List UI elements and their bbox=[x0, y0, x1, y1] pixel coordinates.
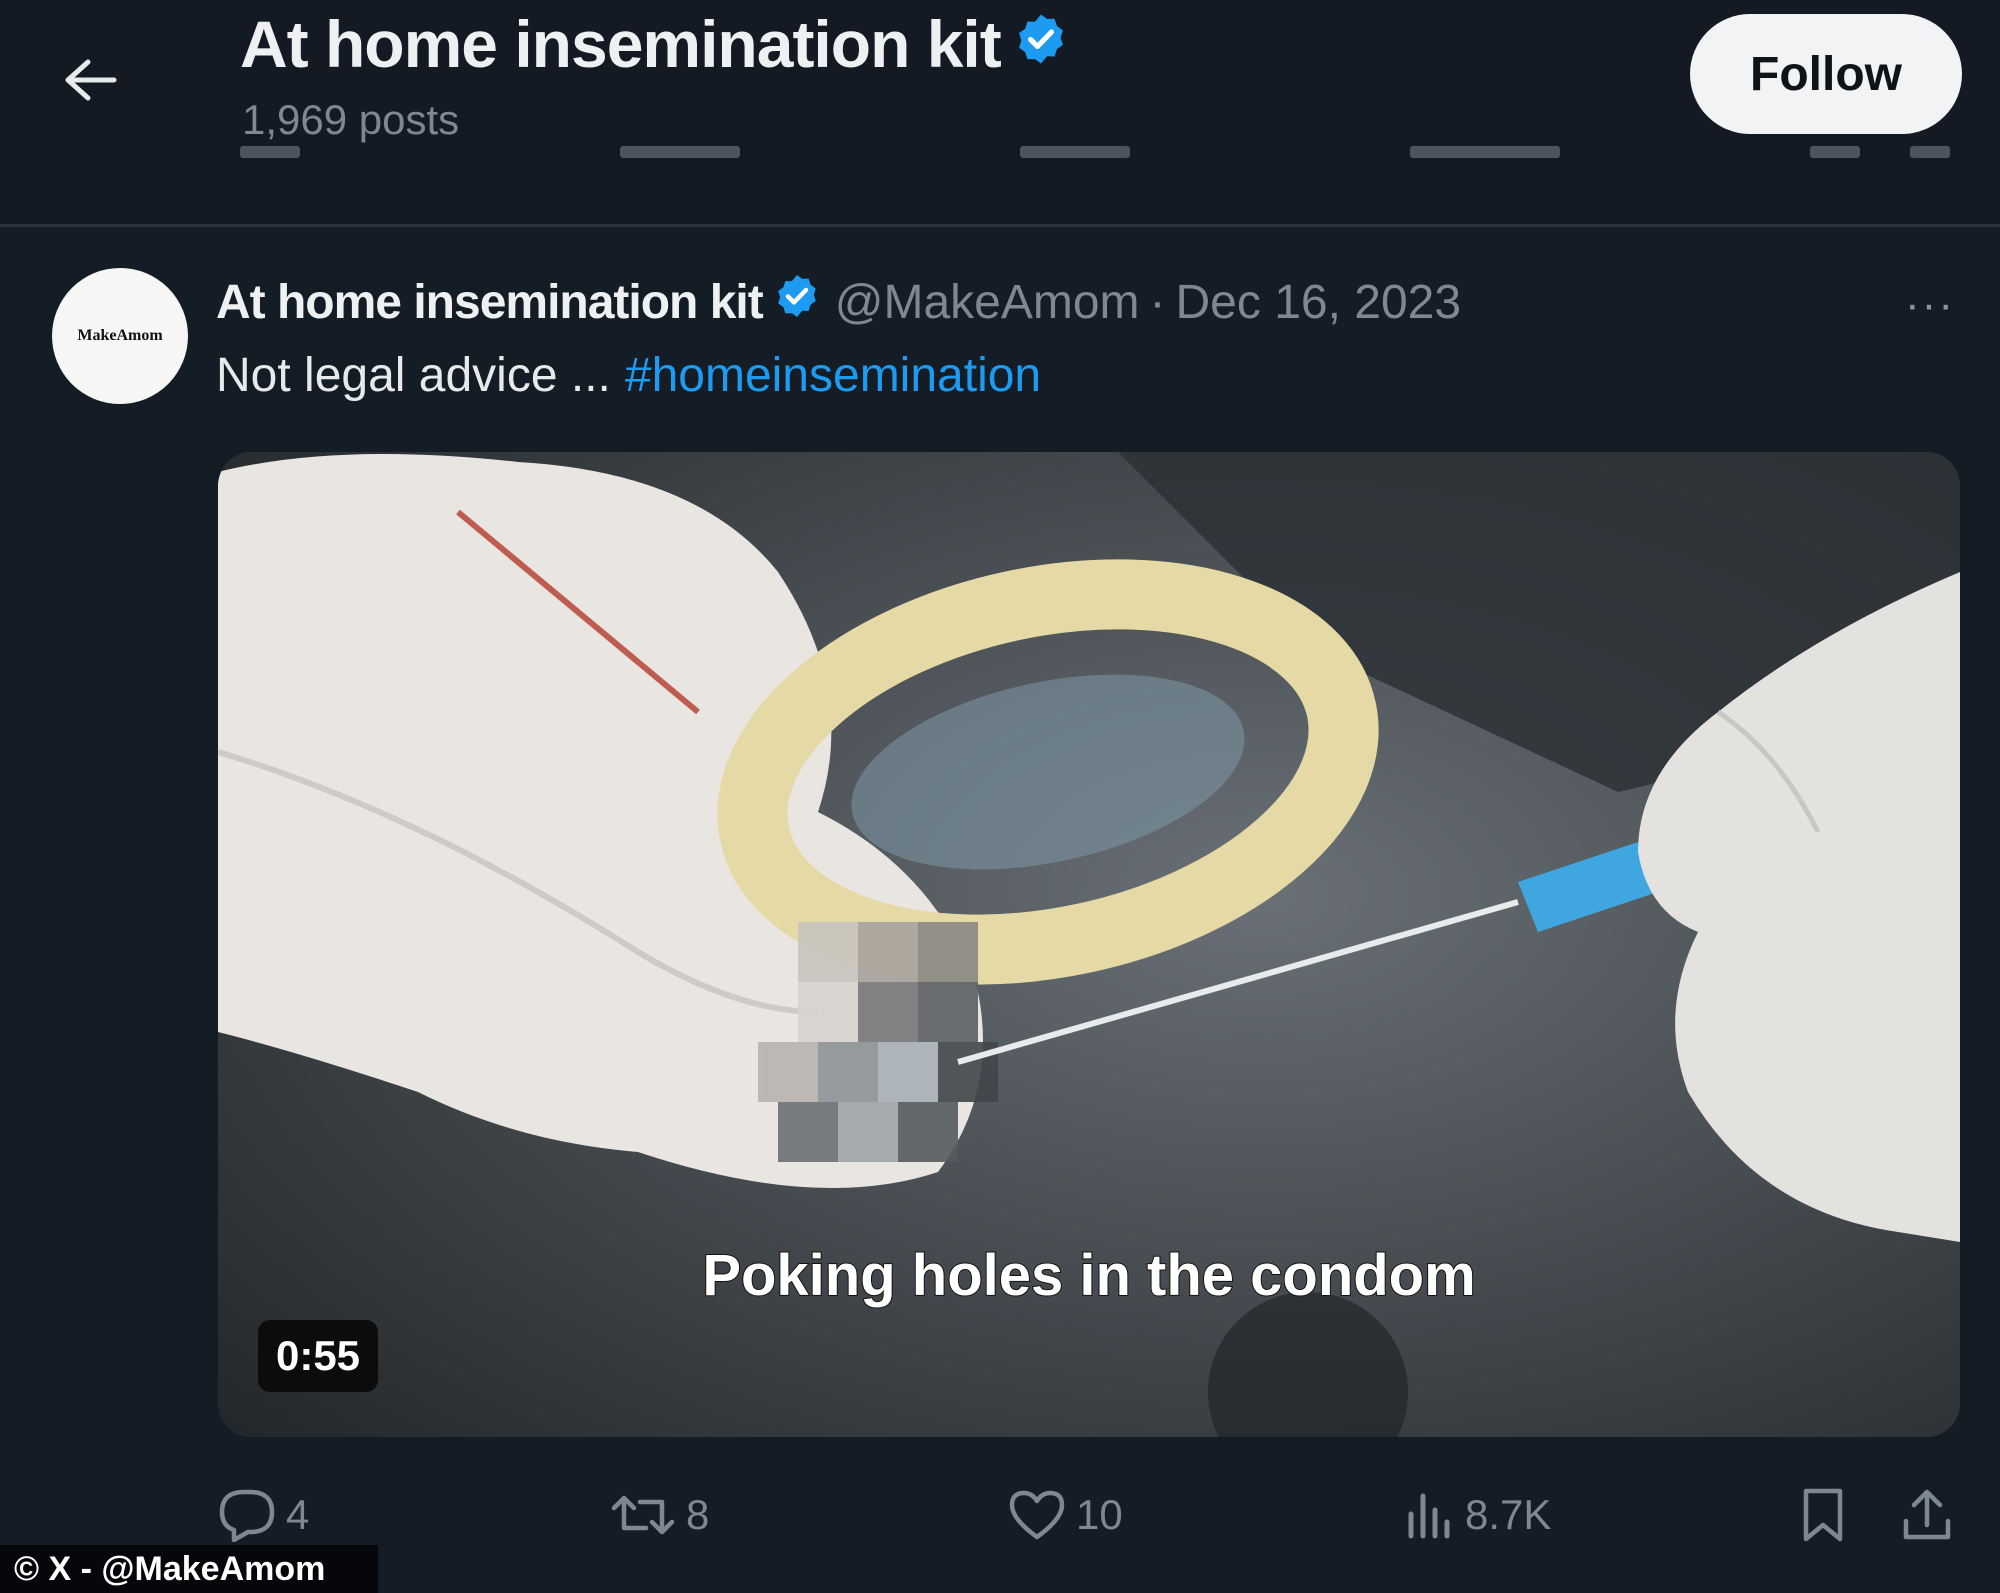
repost-button[interactable]: 8 bbox=[610, 1470, 709, 1560]
reply-icon bbox=[219, 1489, 275, 1542]
video-player[interactable]: Poking holes in the condom bbox=[218, 452, 1960, 1437]
repost-icon bbox=[611, 1495, 675, 1535]
separator: · bbox=[1149, 275, 1166, 329]
video-duration-badge: 0:55 bbox=[258, 1320, 378, 1392]
back-button[interactable] bbox=[55, 45, 125, 115]
profile-name: At home insemination kit bbox=[240, 7, 1002, 81]
profile-header: At home insemination kit 1,969 posts Fol… bbox=[0, 0, 2000, 225]
source-watermark: © X - @MakeAmom bbox=[0, 1545, 378, 1593]
share-button[interactable] bbox=[1900, 1470, 1964, 1560]
verified-badge-icon bbox=[773, 272, 821, 332]
heart-icon bbox=[1009, 1490, 1065, 1540]
views-button[interactable]: 8.7K bbox=[1405, 1470, 1551, 1560]
post-body: Not legal advice ... bbox=[216, 349, 611, 402]
profile-title: At home insemination kit bbox=[240, 6, 1069, 82]
more-options-button[interactable]: ··· bbox=[1900, 280, 1960, 329]
bookmark-icon bbox=[1803, 1488, 1843, 1542]
like-count: 10 bbox=[1076, 1491, 1123, 1538]
post-date[interactable]: Dec 16, 2023 bbox=[1176, 275, 1462, 330]
repost-count: 8 bbox=[686, 1491, 710, 1538]
avatar[interactable]: MakeAmom bbox=[52, 268, 188, 404]
arrow-left-icon bbox=[65, 59, 117, 101]
author-handle[interactable]: @MakeAmom bbox=[835, 275, 1140, 330]
post-header: At home insemination kit @MakeAmom · Dec… bbox=[216, 272, 1461, 332]
posts-count: 1,969 posts bbox=[242, 96, 460, 143]
views-icon bbox=[1408, 1493, 1450, 1539]
video-caption: Poking holes in the condom bbox=[701, 1242, 1476, 1309]
verified-badge-icon bbox=[1013, 6, 1069, 82]
hashtag-link[interactable]: #homeinsemination bbox=[625, 349, 1041, 402]
share-icon bbox=[1903, 1489, 1951, 1540]
bookmark-button[interactable] bbox=[1800, 1470, 1856, 1560]
reply-count: 4 bbox=[286, 1491, 310, 1538]
author-name[interactable]: At home insemination kit bbox=[216, 275, 764, 330]
like-button[interactable]: 10 bbox=[1008, 1470, 1123, 1560]
header-divider bbox=[0, 224, 2000, 227]
previous-post-actions-partial bbox=[230, 146, 1950, 186]
post-text: Not legal advice ... #homeinsemination bbox=[216, 348, 1041, 403]
follow-button[interactable]: Follow bbox=[1690, 14, 1962, 134]
views-count: 8.7K bbox=[1465, 1491, 1552, 1538]
